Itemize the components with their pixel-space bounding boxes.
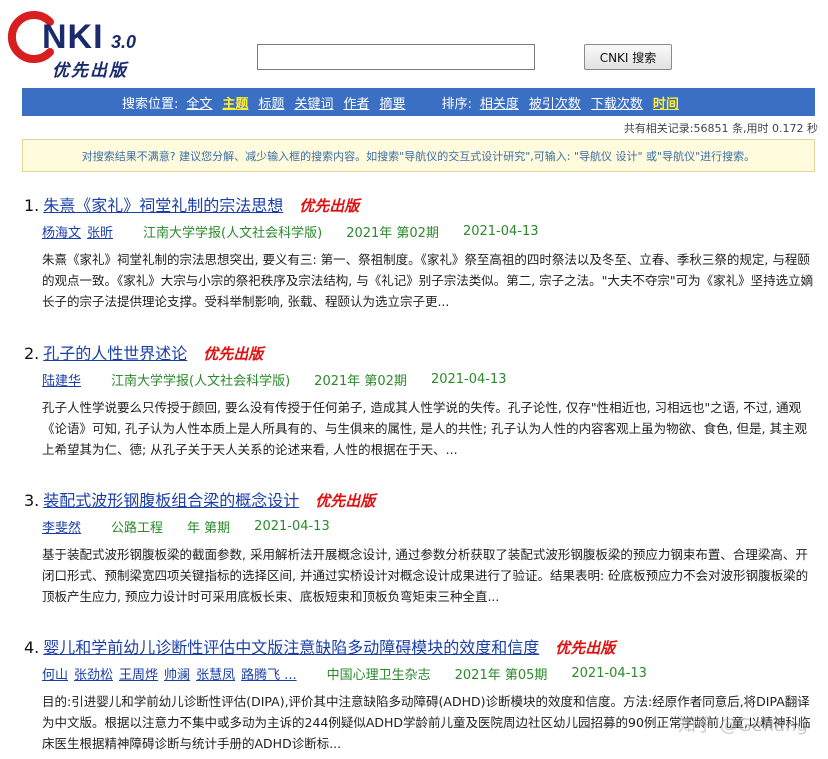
- result-item: 3. 装配式波形钢腹板组合梁的概念设计 优先出版 李斐然 公路工程 年 第期 2…: [24, 487, 824, 607]
- journal-link[interactable]: 江南大学学报(人文社会科学版): [143, 222, 322, 241]
- issue-info: 年 第期: [187, 521, 231, 536]
- author-link[interactable]: 路腾飞 ...: [241, 664, 297, 683]
- field-fulltext[interactable]: 全文: [186, 93, 212, 112]
- author-link[interactable]: 陆建华: [42, 370, 81, 389]
- sort-citations[interactable]: 被引次数: [529, 93, 581, 112]
- result-number: 1.: [24, 196, 40, 215]
- author-link[interactable]: 帅澜: [164, 664, 190, 683]
- zhihu-watermark: 知乎 @Gehang: [677, 715, 808, 736]
- result-number: 3.: [24, 491, 40, 510]
- result-item: 2. 孔子的人性世界述论 优先出版 陆建华 江南大学学报(人文社会科学版) 20…: [24, 340, 824, 460]
- publish-date: 2021-04-13: [571, 666, 647, 681]
- sort-relevance[interactable]: 相关度: [480, 93, 519, 112]
- sort-downloads[interactable]: 下载次数: [591, 93, 643, 112]
- author-link[interactable]: 张劲松: [74, 664, 113, 683]
- journal-link[interactable]: 公路工程: [111, 517, 163, 536]
- cnki-search-button[interactable]: CNKI 搜索: [584, 44, 672, 70]
- issue-info: 2021年 第02期: [314, 374, 407, 389]
- field-abstract[interactable]: 摘要: [379, 93, 405, 112]
- publish-date: 2021-04-13: [430, 372, 507, 387]
- field-author[interactable]: 作者: [343, 93, 369, 112]
- logo-version: 3.0: [111, 32, 137, 52]
- field-title[interactable]: 标题: [258, 93, 284, 112]
- logo-subtitle: 优先出版: [52, 61, 128, 81]
- search-navbar: 搜索位置: 全文 主题 标题 关键词 作者 摘要 排序: 相关度 被引次数 下载…: [22, 88, 815, 116]
- cnki-logo[interactable]: NKI 3.0 优先出版: [6, 10, 156, 81]
- publish-date: 2021-04-13: [254, 519, 330, 534]
- sort-time[interactable]: 时间: [653, 93, 679, 112]
- issue-info: 2021年 第05期: [454, 668, 548, 683]
- search-tip-text: 对搜索结果不满意? 建议您分解、减少输入框的搜索内容。如搜索"导航仪的交互式设计…: [81, 149, 756, 163]
- search-position-label: 搜索位置:: [122, 96, 179, 112]
- result-number: 2.: [24, 344, 40, 363]
- field-subject[interactable]: 主题: [222, 93, 248, 112]
- header: NKI 3.0 优先出版 CNKI 搜索: [0, 0, 828, 86]
- search-tip-box: 对搜索结果不满意? 建议您分解、减少输入框的搜索内容。如搜索"导航仪的交互式设计…: [22, 139, 815, 172]
- result-abstract: 基于装配式波形钢腹板梁的截面参数, 采用解析法开展概念设计, 通过参数分析获取了…: [42, 547, 809, 604]
- result-abstract: 孔子人性学说要么只传授于颜回, 要么没有传授于任何弟子, 造成其人性学说的失传。…: [42, 400, 807, 457]
- field-keyword[interactable]: 关键词: [294, 93, 333, 112]
- result-number: 4.: [24, 638, 40, 657]
- journal-link[interactable]: 江南大学学报(人文社会科学版): [111, 370, 290, 389]
- result-title-link[interactable]: 婴儿和学前幼儿诊断性评估中文版注意缺陷多动障碍模块的效度和信度: [43, 634, 539, 658]
- search-position-group: 搜索位置: 全文 主题 标题 关键词 作者 摘要: [122, 93, 415, 112]
- author-link[interactable]: 张昕: [87, 222, 113, 241]
- author-link[interactable]: 杨海文: [42, 222, 81, 241]
- result-title-link[interactable]: 装配式波形钢腹板组合梁的概念设计: [43, 487, 299, 511]
- author-link[interactable]: 王周烨: [119, 664, 158, 683]
- result-stats: 共有相关记录:56851 条,用时 0.172 秒: [623, 122, 818, 135]
- priority-publish-tag: 优先出版: [315, 492, 376, 510]
- priority-publish-tag: 优先出版: [555, 639, 616, 657]
- result-title-link[interactable]: 孔子的人性世界述论: [43, 340, 187, 364]
- issue-info: 2021年 第02期: [346, 226, 439, 241]
- author-link[interactable]: 李斐然: [42, 517, 81, 536]
- result-item: 1. 朱熹《家礼》祠堂礼制的宗法思想 优先出版 杨海文 张昕 江南大学学报(人文…: [24, 192, 824, 312]
- sort-group: 排序: 相关度 被引次数 下载次数 时间: [441, 93, 688, 112]
- author-link[interactable]: 张慧凤: [196, 664, 235, 683]
- author-link[interactable]: 何山: [42, 664, 68, 683]
- sort-label: 排序:: [441, 96, 472, 112]
- publish-date: 2021-04-13: [462, 224, 539, 239]
- journal-link[interactable]: 中国心理卫生杂志: [327, 664, 431, 683]
- result-abstract: 朱熹《家礼》祠堂礼制的宗法思想突出, 要义有三: 第一、祭祖制度。《家礼》祭至高…: [42, 252, 814, 309]
- priority-publish-tag: 优先出版: [203, 345, 264, 363]
- result-title-link[interactable]: 朱熹《家礼》祠堂礼制的宗法思想: [43, 192, 283, 216]
- logo-brand: NKI: [42, 18, 104, 56]
- search-input[interactable]: [257, 44, 535, 70]
- priority-publish-tag: 优先出版: [299, 197, 360, 215]
